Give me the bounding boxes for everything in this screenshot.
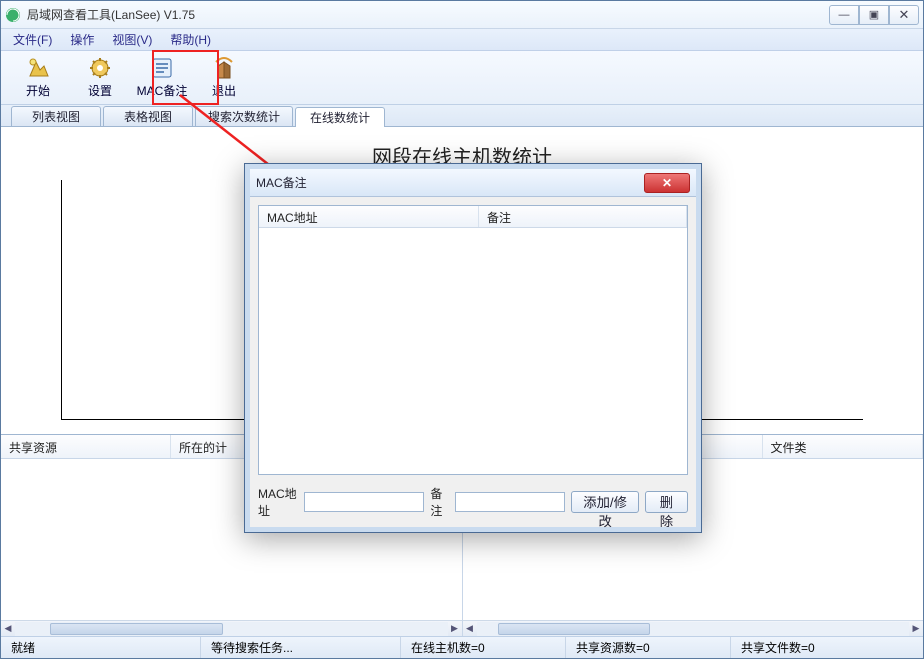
mac-note-dialog: MAC备注 ✕ MAC地址 备注 MAC地址 备注 添加/修改 删除 [244, 163, 702, 533]
pane-left-col1[interactable]: 共享资源 [1, 435, 171, 458]
tabstrip: 列表视图 表格视图 搜索次数统计 在线数统计 [1, 105, 923, 127]
tab-list-view[interactable]: 列表视图 [11, 106, 101, 126]
toolbar-mac-note-label: MAC备注 [137, 82, 188, 99]
dialog-col-mac[interactable]: MAC地址 [259, 206, 479, 227]
scroll-thumb[interactable] [50, 623, 223, 635]
dialog-body: MAC地址 备注 MAC地址 备注 添加/修改 删除 [250, 197, 696, 527]
button-delete[interactable]: 删除 [645, 491, 688, 513]
dialog-list-header: MAC地址 备注 [259, 206, 687, 228]
statusbar: 就绪 等待搜索任务... 在线主机数=0 共享资源数=0 共享文件数=0 [1, 636, 923, 658]
dialog-titlebar: MAC备注 ✕ [250, 169, 696, 197]
status-shared-res: 共享资源数=0 [566, 637, 731, 658]
input-mac[interactable] [304, 492, 424, 512]
scroll-right-arrow-icon[interactable]: ▶ [448, 622, 462, 636]
dialog-form: MAC地址 备注 添加/修改 删除 [258, 485, 688, 519]
toolbar-exit[interactable]: 退出 [193, 53, 255, 103]
pane-right-scrollbar[interactable]: ◀ ▶ [463, 620, 924, 636]
label-note: 备注 [430, 485, 449, 519]
input-note[interactable] [455, 492, 565, 512]
tab-online-count[interactable]: 在线数统计 [295, 107, 385, 127]
settings-icon [88, 56, 112, 80]
label-mac: MAC地址 [258, 485, 298, 519]
status-ready: 就绪 [1, 637, 201, 658]
pane-left-scrollbar[interactable]: ◀ ▶ [1, 620, 462, 636]
dialog-list-body [259, 228, 687, 474]
exit-icon [212, 56, 236, 80]
toolbar-settings-label: 设置 [88, 82, 112, 99]
toolbar-mac-note[interactable]: MAC备注 [131, 53, 193, 103]
menu-file[interactable]: 文件(F) [5, 29, 60, 50]
dialog-list: MAC地址 备注 [258, 205, 688, 475]
minimize-button[interactable]: — [829, 5, 859, 25]
close-icon: ✕ [662, 176, 672, 190]
toolbar: 开始 设置 MAC备注 退出 [1, 51, 923, 105]
menu-help[interactable]: 帮助(H) [162, 29, 219, 50]
button-add-modify[interactable]: 添加/修改 [571, 491, 638, 513]
mac-note-icon [150, 56, 174, 80]
close-button[interactable]: ✕ [889, 5, 919, 25]
menu-view[interactable]: 视图(V) [104, 29, 160, 50]
maximize-button[interactable]: ▣ [859, 5, 889, 25]
toolbar-settings[interactable]: 设置 [69, 53, 131, 103]
status-waiting: 等待搜索任务... [201, 637, 401, 658]
dialog-title: MAC备注 [256, 174, 644, 191]
app-icon [5, 7, 21, 23]
scroll-thumb[interactable] [498, 623, 649, 635]
status-shared-files: 共享文件数=0 [731, 637, 923, 658]
scroll-left-arrow-icon[interactable]: ◀ [463, 622, 477, 636]
titlebar: 局域网查看工具(LanSee) V1.75 — ▣ ✕ [1, 1, 923, 29]
dialog-close-button[interactable]: ✕ [644, 173, 690, 193]
start-icon [26, 56, 50, 80]
tab-search-count[interactable]: 搜索次数统计 [195, 106, 293, 126]
toolbar-exit-label: 退出 [212, 82, 236, 99]
scroll-left-arrow-icon[interactable]: ◀ [1, 622, 15, 636]
pane-right-col2[interactable]: 文件类 [763, 435, 924, 458]
window-title: 局域网查看工具(LanSee) V1.75 [27, 6, 829, 23]
dialog-col-note[interactable]: 备注 [479, 206, 687, 227]
toolbar-start-label: 开始 [26, 82, 50, 99]
menu-operate[interactable]: 操作 [62, 29, 102, 50]
menubar: 文件(F) 操作 视图(V) 帮助(H) [1, 29, 923, 51]
tab-grid-view[interactable]: 表格视图 [103, 106, 193, 126]
scroll-right-arrow-icon[interactable]: ▶ [909, 622, 923, 636]
status-online-hosts: 在线主机数=0 [401, 637, 566, 658]
toolbar-start[interactable]: 开始 [7, 53, 69, 103]
